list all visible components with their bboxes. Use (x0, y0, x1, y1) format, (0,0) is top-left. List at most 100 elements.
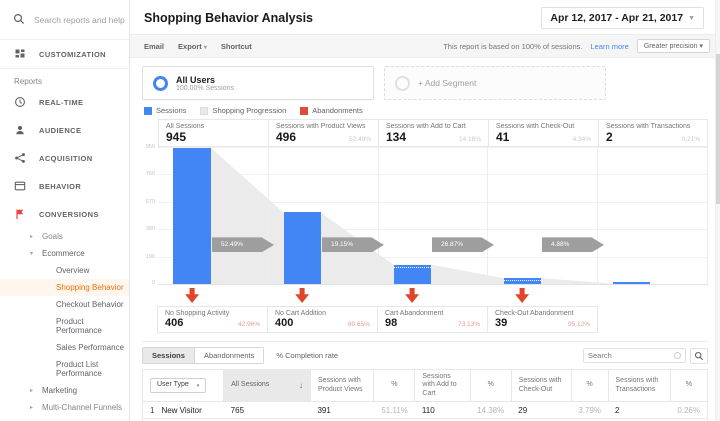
chevron-right-icon: ▸ (30, 234, 34, 240)
email-button[interactable]: Email (144, 42, 164, 51)
table-search-input[interactable] (588, 351, 674, 360)
report-body: All Users 100.00% Sessions + Add Segment… (130, 58, 720, 421)
chevron-down-icon: ▾ (196, 382, 200, 389)
sidebar-item-conversions[interactable]: CONVERSIONS (0, 200, 129, 228)
sidebar-item-multi-channel-funnels[interactable]: ▸ Multi-Channel Funnels (0, 399, 129, 416)
date-range-text: Apr 12, 2017 - Apr 21, 2017 (550, 12, 684, 24)
chart-legend: Sessions Shopping Progression Abandonmen… (144, 106, 708, 115)
funnel-stage-headers: All Sessions 945 Sessions with Product V… (158, 119, 708, 147)
sidebar-item-acquisition[interactable]: ACQUISITION (0, 144, 129, 172)
segment-donut-icon (153, 75, 168, 91)
legend-swatch (144, 106, 152, 115)
col-pct[interactable]: % (570, 368, 609, 403)
sidebar-item-overview[interactable]: Overview (0, 262, 129, 279)
sidebar-item-label: REAL-TIME (39, 97, 84, 107)
sidebar-item-behavior[interactable]: BEHAVIOR (0, 172, 129, 200)
sessions-bar[interactable] (173, 147, 211, 284)
sidebar-item-label: Goals (42, 232, 63, 241)
sidebar-search[interactable] (0, 0, 129, 40)
abandon-arrow-icon (295, 288, 310, 303)
sidebar-item-label: CONVERSIONS (39, 209, 99, 219)
cell: 0.26% (670, 401, 708, 419)
legend-swatch (200, 106, 209, 115)
segment-ghost-icon (395, 75, 410, 91)
col-pct[interactable]: % (669, 368, 709, 403)
cell: 29 (511, 401, 572, 419)
sidebar-item-label: Marketing (42, 386, 78, 395)
segment-row: All Users 100.00% Sessions + Add Segment (142, 66, 708, 100)
table-toolbar: Sessions Abandonments % Completion rate (142, 347, 708, 364)
sampling-info: This report is based on 100% of sessions… (443, 39, 710, 53)
reports-section-label: Reports (14, 77, 43, 86)
shopping-behavior-table: User Type ▾ All Sessions ↓ Sessions with P… (141, 368, 709, 421)
sidebar-item-attribution[interactable]: ▸ Attribution (0, 416, 129, 421)
tab-abandonments[interactable]: Abandonments (193, 348, 264, 363)
date-range-picker[interactable]: Apr 12, 2017 - Apr 21, 2017 ▼ (541, 7, 704, 29)
funnel-plot-area: 950 760 570 380 190 0 52.49% 19.15% 26.8… (146, 144, 708, 286)
sidebar-item-checkout-behavior[interactable]: Checkout Behavior (0, 296, 129, 313)
stage-header-check-out: Sessions with Check-Out 41 4.34% (488, 119, 598, 147)
sampling-note: This report is based on 100% of sessions… (443, 41, 583, 51)
completion-rate-toggle[interactable]: % Completion rate (276, 351, 338, 360)
col-user-type: User Type ▾ (141, 368, 225, 403)
vertical-scrollbar[interactable] (715, 0, 720, 421)
sidebar-item-audience[interactable]: AUDIENCE (0, 116, 129, 144)
abandonment-box-check-out-abandonment: Check-Out Abandonment 39 95.12% (487, 306, 598, 333)
precision-dropdown[interactable]: Greater precision ▾ (636, 39, 710, 53)
shortcut-button[interactable]: Shortcut (221, 42, 252, 51)
tab-sessions[interactable]: Sessions (143, 348, 194, 363)
col-transactions[interactable]: Sessions with Transactions (607, 368, 671, 403)
user-type-dropdown[interactable]: User Type ▾ (150, 378, 207, 393)
col-all-sessions[interactable]: All Sessions ↓ (223, 368, 311, 403)
add-segment-button[interactable]: + Add Segment (384, 66, 606, 100)
sidebar-item-label: Ecommerce (42, 249, 85, 258)
abandon-arrow-icon (515, 288, 530, 303)
table-row[interactable]: 1 New Visitor 765 391 51.11% 110 14.38% 2… (142, 401, 708, 419)
sidebar-item-shopping-behavior[interactable]: Shopping Behavior (0, 279, 129, 296)
sidebar-item-product-performance[interactable]: Product Performance (0, 313, 129, 339)
chevron-down-icon: ▾ (203, 44, 207, 51)
sidebar-item-sales-performance[interactable]: Sales Performance (0, 339, 129, 356)
learn-more-link[interactable]: Learn more (590, 42, 628, 51)
export-button[interactable]: Export ▾ (178, 42, 207, 51)
report-action-bar: Email Export ▾ Shortcut This report is b… (130, 34, 720, 58)
col-pct[interactable]: % (373, 368, 416, 403)
abandonment-row: No Shopping Activity 406 42.96% No Cart A… (157, 285, 708, 333)
sessions-bar[interactable] (613, 282, 651, 284)
col-pct[interactable]: % (469, 368, 512, 403)
clock-icon (14, 96, 26, 108)
funnel-chart: All Sessions 945 Sessions with Product V… (142, 119, 708, 286)
cell: 14.38% (470, 401, 512, 419)
sidebar-item-real-time[interactable]: REAL-TIME (0, 88, 129, 116)
segment-all-users[interactable]: All Users 100.00% Sessions (142, 66, 374, 100)
segment-title: All Users (176, 74, 216, 85)
table-search-box[interactable] (583, 348, 686, 363)
abandonment-cell: No Cart Addition 400 80.65% (267, 285, 378, 333)
sessions-bar[interactable] (284, 212, 321, 284)
abandonment-cell: Check-Out Abandonment 39 95.12% (487, 285, 598, 333)
sidebar-item-goals[interactable]: ▸ Goals (0, 228, 129, 245)
sessions-bar[interactable] (393, 264, 431, 284)
funnel-column (267, 147, 378, 284)
chevron-right-icon: ▸ (30, 388, 34, 394)
search-submit-button[interactable] (690, 347, 708, 364)
abandonment-cell: Cart Abandonment 98 73.13% (377, 285, 488, 333)
sessions-bar[interactable] (503, 278, 541, 284)
legend-item-abandonments: Abandonments (300, 106, 363, 115)
sidebar-search-input[interactable] (34, 15, 129, 25)
abandonment-box-cart-abandonment: Cart Abandonment 98 73.13% (377, 306, 488, 333)
chevron-down-icon: ▼ (688, 14, 695, 22)
legend-swatch (300, 106, 309, 115)
col-product-views[interactable]: Sessions with Product Views (309, 368, 375, 403)
sidebar-item-product-list-performance[interactable]: Product List Performance (0, 356, 129, 382)
scrollbar-thumb[interactable] (716, 54, 720, 204)
advanced-search-icon[interactable] (674, 352, 681, 359)
legend-item-shopping-progression: Shopping Progression (200, 106, 286, 115)
sidebar-item-ecommerce[interactable]: ▾ Ecommerce (0, 245, 129, 262)
col-add-to-cart[interactable]: Sessions with Add to Cart (414, 368, 471, 403)
sidebar-item-customization[interactable]: CUSTOMIZATION (0, 40, 129, 68)
person-icon (14, 124, 26, 136)
sidebar-item-marketing[interactable]: ▸ Marketing (0, 382, 129, 399)
sidebar-item-label: AUDIENCE (39, 125, 82, 135)
col-check-out[interactable]: Sessions with Check-Out (510, 368, 572, 403)
